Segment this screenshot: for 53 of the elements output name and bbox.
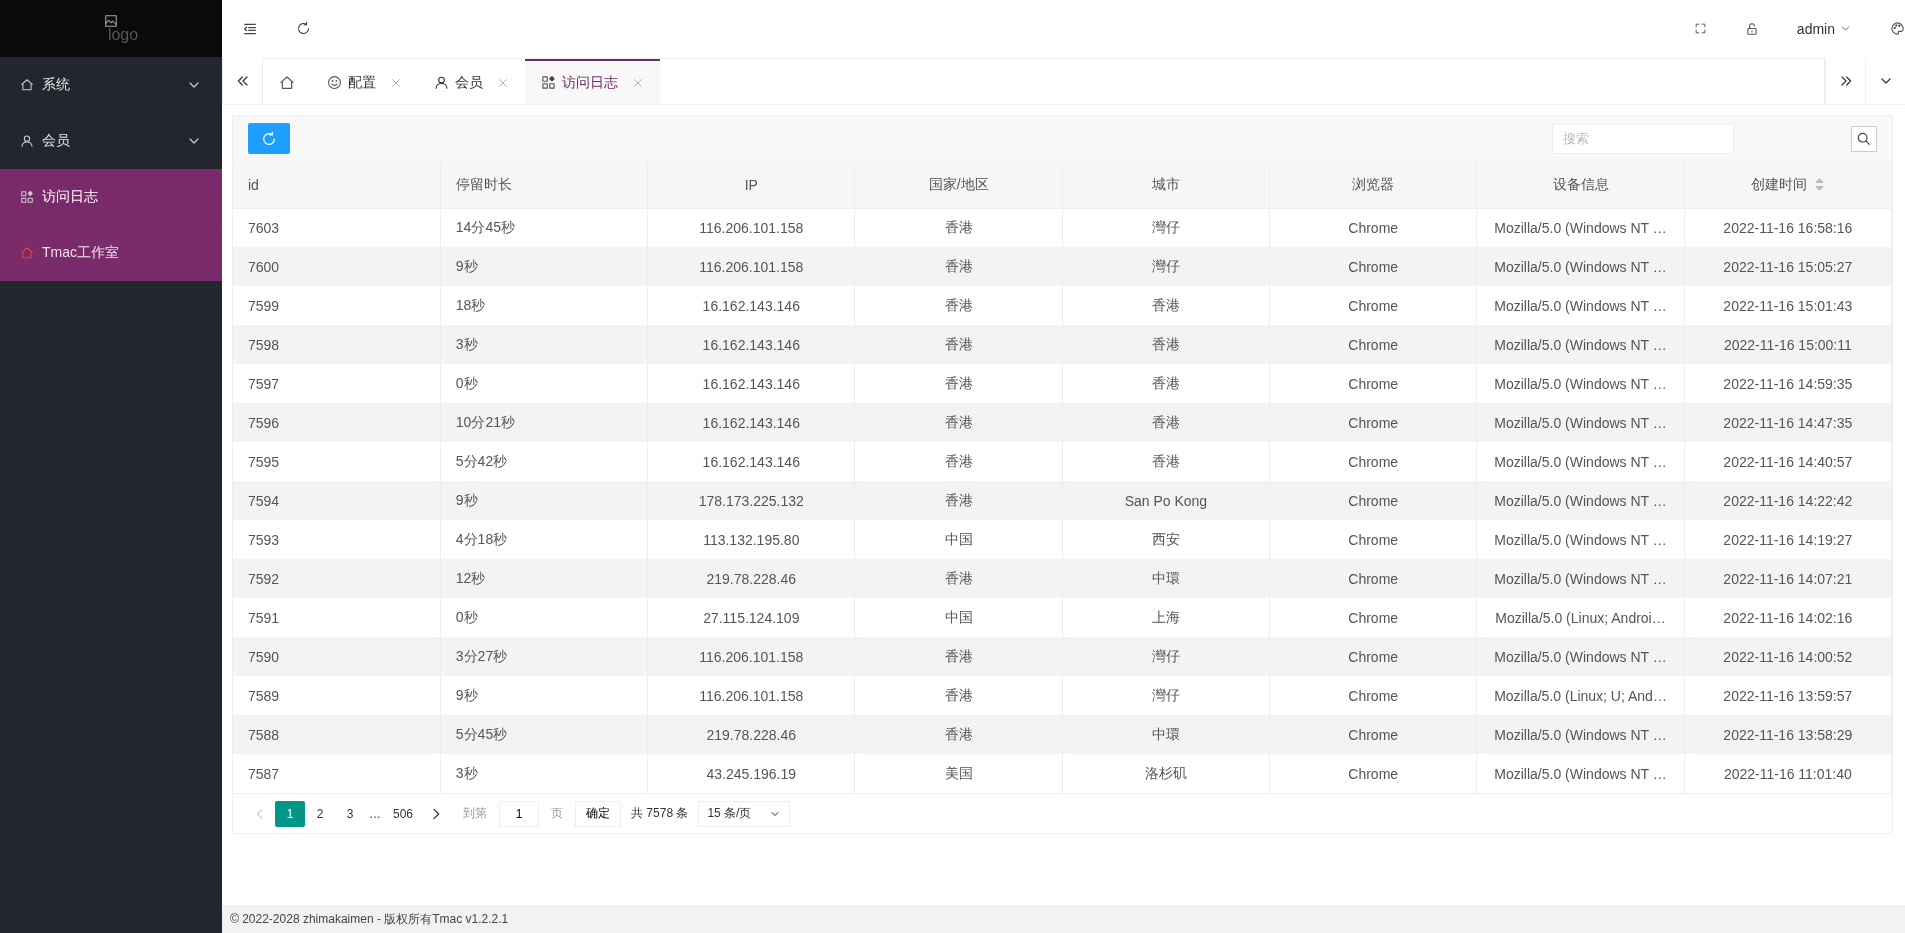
home-icon bbox=[20, 246, 34, 260]
table-cell: 7587 bbox=[233, 754, 441, 793]
logo-alt-text: logo bbox=[107, 25, 139, 44]
table-cell: 美国 bbox=[854, 754, 1063, 793]
search-button[interactable] bbox=[1851, 125, 1877, 152]
total-count: 共 7578 条 bbox=[631, 805, 689, 822]
page-input[interactable]: 1 bbox=[499, 800, 540, 827]
smile-icon bbox=[327, 75, 342, 90]
broken-image-icon bbox=[104, 13, 118, 28]
user-icon bbox=[20, 134, 34, 148]
column-header: 城市 bbox=[1062, 162, 1270, 208]
lock-icon bbox=[1744, 21, 1759, 36]
close-icon bbox=[497, 76, 509, 89]
apps-icon bbox=[541, 75, 556, 90]
table-cell: 3秒 bbox=[440, 754, 648, 793]
refresh-button[interactable] bbox=[248, 123, 290, 154]
search-icon bbox=[1856, 130, 1872, 147]
tab[interactable]: 访问日志 bbox=[525, 59, 660, 104]
close-icon bbox=[390, 76, 402, 89]
home-icon bbox=[279, 74, 295, 91]
sidebar-item[interactable]: 访问日志 bbox=[0, 169, 222, 225]
column-header-label: 创建时间 bbox=[1751, 175, 1808, 194]
column-header: 国家/地区 bbox=[854, 162, 1063, 208]
sort-icon bbox=[1815, 178, 1825, 192]
footer-text: © 2022-2028 zhimakaimen - 版权所有Tmac v1.2.2.1 bbox=[222, 905, 1905, 933]
table-cell: 43.245.196.19 bbox=[647, 754, 855, 793]
page-size-select[interactable]: 15 条/页 bbox=[698, 800, 791, 827]
refresh-icon bbox=[261, 130, 277, 147]
column-header: id bbox=[233, 162, 441, 208]
table-cell: 洛杉矶 bbox=[1062, 754, 1270, 793]
column-header: 设备信息 bbox=[1476, 162, 1685, 208]
home-icon bbox=[20, 78, 34, 92]
goto-label: 到第 bbox=[463, 805, 488, 822]
apps-icon bbox=[20, 190, 34, 204]
fullscreen-icon bbox=[1693, 22, 1707, 35]
user-menu[interactable]: admin bbox=[1796, 20, 1852, 37]
refresh-icon bbox=[296, 21, 311, 36]
page-button[interactable]: 1 bbox=[275, 800, 305, 827]
table-cell: 2022-11-16 11:01:40 bbox=[1684, 754, 1892, 793]
column-header: IP bbox=[647, 162, 855, 208]
column-header: 停留时长 bbox=[440, 162, 648, 208]
page-unit-label: 页 bbox=[551, 805, 564, 822]
page-ellipsis: … bbox=[368, 806, 382, 821]
column-header: 浏览器 bbox=[1269, 162, 1477, 208]
sidebar-item[interactable]: Tmac工作室 bbox=[0, 225, 222, 281]
user-icon bbox=[434, 75, 449, 90]
column-header[interactable]: 创建时间 bbox=[1684, 162, 1892, 208]
search-field[interactable]: 搜索 bbox=[1552, 123, 1734, 154]
close-icon bbox=[632, 76, 644, 89]
palette-icon bbox=[1890, 21, 1905, 36]
table-cell: Mozilla/5.0 (Windows NT … bbox=[1476, 754, 1685, 793]
table-cell: Chrome bbox=[1269, 754, 1477, 793]
confirm-button[interactable]: 确定 bbox=[575, 800, 622, 827]
